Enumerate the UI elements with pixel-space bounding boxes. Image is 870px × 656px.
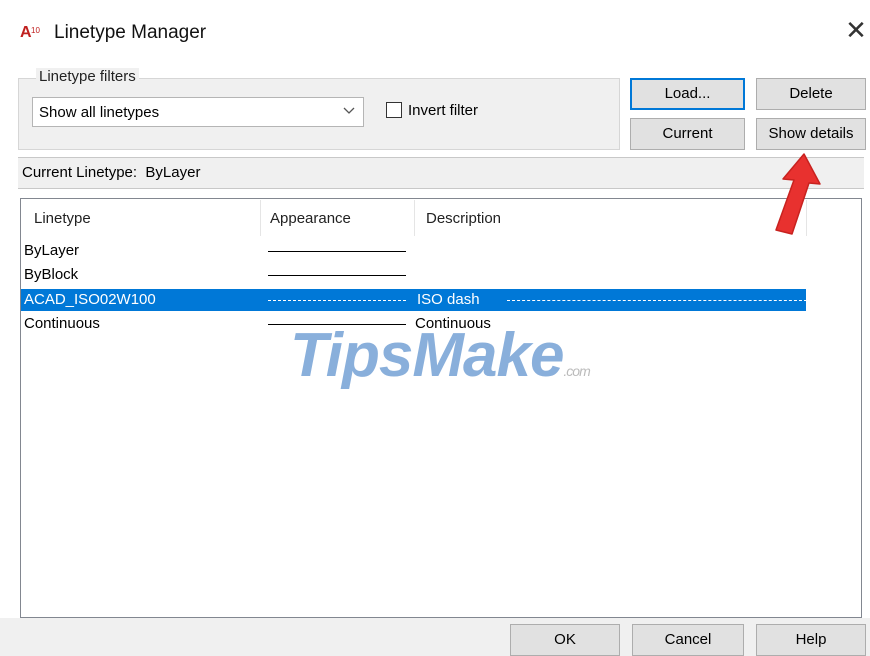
show-details-button[interactable]: Show details <box>756 118 866 150</box>
column-header-description[interactable]: Description <box>426 210 501 227</box>
window-title: Linetype Manager <box>54 22 207 43</box>
linetype-manager-dialog: A 10 Linetype Manager ✕ Linetype filters… <box>0 0 870 656</box>
watermark-main: TipsMake <box>290 321 564 390</box>
list-row-acad-iso02w100[interactable]: ACAD_ISO02W100 ISO dash <box>21 289 807 311</box>
autocad-app-icon: A 10 <box>20 24 40 40</box>
column-header-appearance[interactable]: Appearance <box>270 210 351 227</box>
cancel-button[interactable]: Cancel <box>632 624 744 656</box>
ok-button[interactable]: OK <box>510 624 620 656</box>
red-arrow-annotation-icon <box>775 153 821 235</box>
watermark-suffix: .com <box>563 363 590 379</box>
row-linetype-name: ByLayer <box>24 242 80 259</box>
appearance-dashed-line <box>268 300 406 301</box>
linetype-filter-dropdown[interactable]: Show all linetypes <box>32 97 364 127</box>
current-linetype-value: ByLayer <box>145 164 201 181</box>
svg-text:10: 10 <box>31 26 40 35</box>
invert-filter-label[interactable]: Invert filter <box>408 102 478 119</box>
appearance-solid-line <box>268 251 406 252</box>
title-bar: A 10 Linetype Manager ✕ <box>0 0 870 58</box>
invert-filter-checkbox[interactable] <box>386 102 402 118</box>
list-row-bylayer[interactable]: ByLayer <box>21 240 806 262</box>
column-separator <box>260 200 261 236</box>
column-header-linetype[interactable]: Linetype <box>34 210 91 227</box>
delete-button[interactable]: Delete <box>756 78 866 110</box>
appearance-solid-line <box>268 275 406 276</box>
linetype-filters-legend: Linetype filters <box>36 68 139 85</box>
watermark: TipsMake.com <box>290 320 591 391</box>
close-icon[interactable]: ✕ <box>842 16 870 44</box>
chevron-down-icon <box>343 103 355 122</box>
row-linetype-name: ACAD_ISO02W100 <box>24 291 156 308</box>
current-linetype-text: Current Linetype: ByLayer <box>22 164 200 181</box>
column-separator <box>414 200 415 236</box>
row-linetype-name: ByBlock <box>24 266 79 283</box>
load-button[interactable]: Load... <box>630 78 745 110</box>
current-button[interactable]: Current <box>630 118 745 150</box>
row-linetype-name: Continuous <box>24 315 100 332</box>
current-linetype-label: Current Linetype: <box>22 164 138 181</box>
list-row-byblock[interactable]: ByBlock <box>21 264 806 286</box>
description-dash-pattern <box>507 300 807 301</box>
help-button[interactable]: Help <box>756 624 866 656</box>
linetype-filter-value: Show all linetypes <box>39 104 160 121</box>
row-description: ISO dash <box>417 291 480 308</box>
